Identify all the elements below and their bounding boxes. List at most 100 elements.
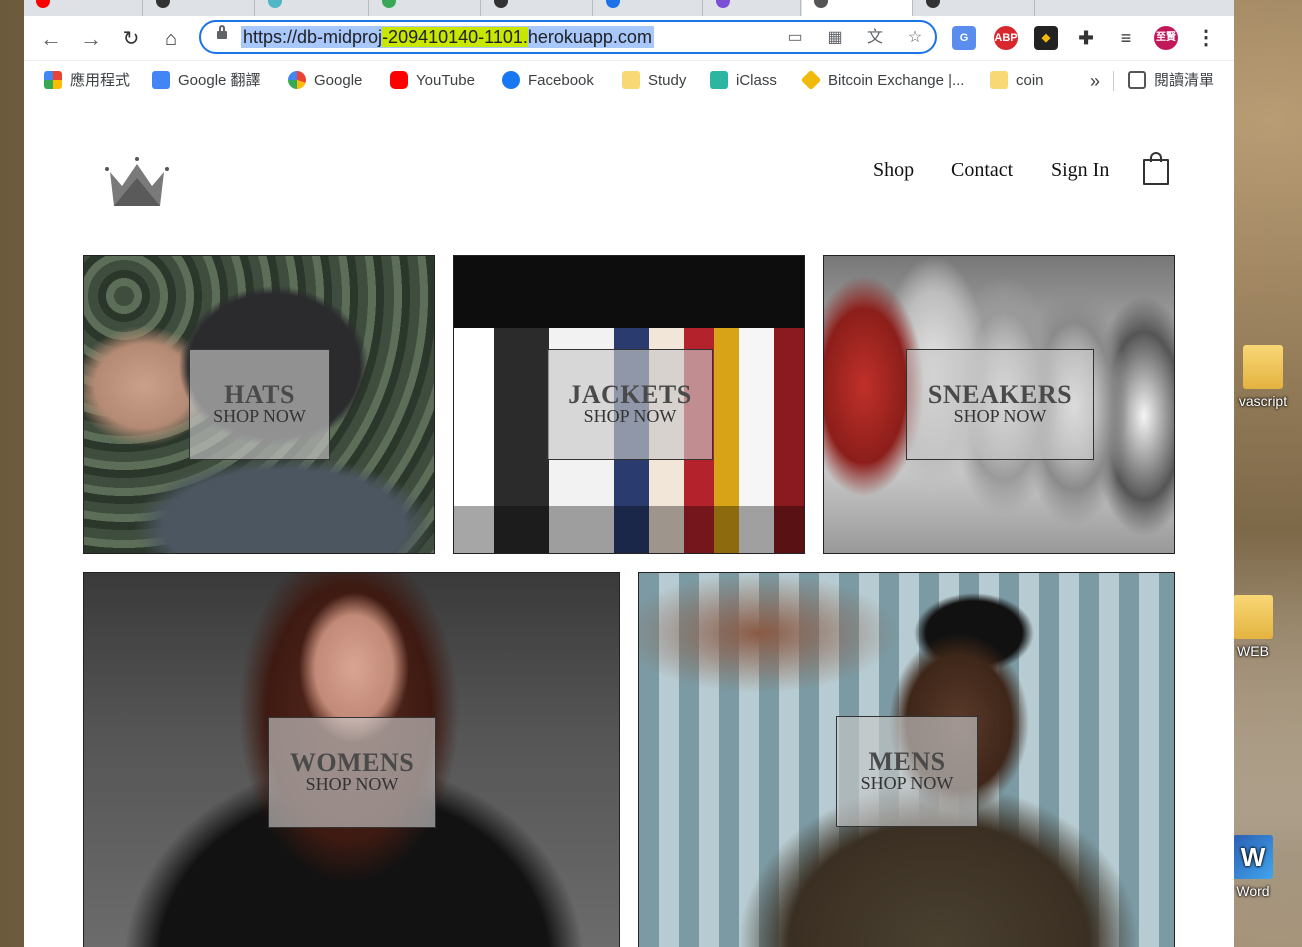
- github-icon: [494, 0, 508, 8]
- binance-icon: [800, 69, 822, 91]
- menu-icon[interactable]: ⋮: [1194, 26, 1218, 50]
- category-tile-mens[interactable]: MENS SHOP NOW: [638, 572, 1175, 947]
- bookmark-label: YouTube: [416, 72, 475, 89]
- address-bar[interactable]: https://db-midproj-209410140-1101.heroku…: [199, 20, 937, 54]
- bookmark-icon: [606, 0, 620, 8]
- shopping-bag-icon[interactable]: [1143, 152, 1169, 185]
- sneakers-label-box: SNEAKERS SHOP NOW: [906, 349, 1094, 460]
- back-icon[interactable]: ←: [38, 26, 64, 52]
- bookmark-bitcoin[interactable]: Bitcoin Exchange |...: [800, 69, 965, 92]
- desktop-icon-label: WEB: [1237, 643, 1269, 659]
- browser-toolbar: ← → ↻ ⌂ https://db-midproj-209410140-110…: [24, 16, 1234, 61]
- google-icon: [288, 71, 306, 89]
- iclass-icon: [710, 71, 728, 89]
- purple-icon: [716, 0, 730, 8]
- tab-purple[interactable]: [704, 0, 801, 16]
- bookmark-label: Facebook: [528, 72, 594, 89]
- womens-label-box: WOMENS SHOP NOW: [268, 717, 436, 828]
- bookmark-apps[interactable]: 應用程式: [44, 70, 130, 92]
- url-text[interactable]: https://db-midproj-209410140-1101.heroku…: [241, 26, 654, 48]
- tile-subtitle: SHOP NOW: [860, 773, 954, 793]
- site-icon: [814, 0, 828, 8]
- bookmark-label: Study: [648, 72, 687, 89]
- extensions-icon[interactable]: ✚: [1074, 26, 1098, 50]
- folder-icon: [1243, 345, 1283, 389]
- bookmark-label: Google: [314, 72, 363, 89]
- tab-green[interactable]: [370, 0, 481, 16]
- tab-youtube[interactable]: [24, 0, 143, 16]
- bookmark-coin[interactable]: coin: [990, 70, 1044, 92]
- reading-list[interactable]: 閱讀清單: [1128, 70, 1214, 92]
- github-icon: [156, 0, 170, 8]
- category-tile-hats[interactable]: HATS SHOP NOW: [83, 255, 435, 554]
- reading-list-label: 閱讀清單: [1154, 72, 1215, 89]
- bookmark-google[interactable]: Google: [288, 70, 362, 92]
- url-highlight: -209410140-1101.: [382, 27, 528, 47]
- bookmarks-overflow[interactable]: »: [1090, 70, 1100, 92]
- tab-github-2[interactable]: [482, 0, 593, 16]
- bookmarks-bar: 應用程式 Google 翻譯 Google YouTube Facebook S…: [24, 61, 1234, 102]
- url-suffix: herokuapp.com: [527, 27, 652, 47]
- reload-icon[interactable]: ↻: [118, 26, 144, 52]
- category-tile-jackets[interactable]: JACKETS SHOP NOW: [453, 255, 805, 554]
- translate-icon[interactable]: 文: [865, 28, 885, 48]
- cast-icon[interactable]: ▭: [785, 28, 805, 48]
- hats-label-box: HATS SHOP NOW: [189, 349, 330, 460]
- bookmark-label: Google 翻譯: [178, 72, 261, 89]
- facebook-icon: [502, 71, 520, 89]
- nav-contact[interactable]: Contact: [951, 159, 1013, 182]
- bookmark-study[interactable]: Study: [622, 70, 686, 92]
- word-icon: W: [1233, 835, 1273, 879]
- tab-github[interactable]: [144, 0, 255, 16]
- google-translate-ext-icon[interactable]: G: [952, 26, 976, 50]
- webpage: Shop Contact Sign In HATS SHOP NOW JACKE…: [24, 101, 1234, 947]
- nav-shop[interactable]: Shop: [873, 159, 914, 182]
- desktop-icon-label: vascript: [1238, 393, 1288, 409]
- bookmark-translate[interactable]: Google 翻譯: [152, 70, 261, 92]
- apps-icon: [44, 71, 62, 89]
- bookmark-label: 應用程式: [70, 72, 131, 89]
- bookmarks-divider: [1113, 71, 1114, 91]
- green-icon: [382, 0, 396, 8]
- browser-window: ← → ↻ ⌂ https://db-midproj-209410140-110…: [24, 0, 1234, 947]
- tab-tool[interactable]: [256, 0, 369, 16]
- adblock-icon[interactable]: ABP: [994, 26, 1018, 50]
- star-icon[interactable]: ☆: [905, 28, 925, 48]
- category-tile-womens[interactable]: WOMENS SHOP NOW: [83, 572, 620, 947]
- bookmark-iclass[interactable]: iClass: [710, 70, 777, 92]
- tab-other[interactable]: [914, 0, 1035, 16]
- mens-label-box: MENS SHOP NOW: [836, 716, 978, 827]
- lock-icon: [217, 25, 227, 39]
- crown-logo-icon[interactable]: [104, 156, 170, 208]
- nav-signin[interactable]: Sign In: [1051, 159, 1109, 182]
- url-prefix: https://db-midproj: [243, 27, 383, 47]
- bookmark-label: coin: [1016, 72, 1044, 89]
- youtube-icon: [36, 0, 50, 8]
- tab-active[interactable]: [802, 0, 913, 16]
- bookmark-facebook[interactable]: Facebook: [502, 70, 594, 92]
- qr-icon[interactable]: ▦: [825, 28, 845, 48]
- folder-icon: [1233, 595, 1273, 639]
- jackets-label-box: JACKETS SHOP NOW: [547, 349, 713, 460]
- category-tile-sneakers[interactable]: SNEAKERS SHOP NOW: [823, 255, 1175, 554]
- translate-icon: [152, 71, 170, 89]
- bookmark-label: Bitcoin Exchange |...: [828, 72, 965, 89]
- folder-icon: [622, 71, 640, 89]
- binance-icon[interactable]: ◆: [1034, 26, 1058, 50]
- desktop-icon-label: Word: [1236, 883, 1270, 899]
- youtube-icon: [390, 71, 408, 89]
- tile-subtitle: SHOP NOW: [213, 406, 306, 426]
- reading-list-icon: [1128, 71, 1146, 89]
- folder-icon: [990, 71, 1008, 89]
- tab-strip: [24, 0, 1234, 16]
- github-icon: [926, 0, 940, 8]
- bookmark-label: iClass: [736, 72, 777, 89]
- bookmark-youtube[interactable]: YouTube: [390, 70, 475, 92]
- home-icon[interactable]: ⌂: [158, 26, 184, 52]
- profile-avatar[interactable]: 至賢: [1154, 26, 1178, 50]
- forward-icon[interactable]: →: [78, 26, 104, 52]
- tab-bookmark[interactable]: [594, 0, 703, 16]
- tool-icon: [268, 0, 282, 8]
- desktop-icon-javascript[interactable]: vascript: [1228, 345, 1298, 409]
- media-icon[interactable]: ≡: [1114, 26, 1138, 50]
